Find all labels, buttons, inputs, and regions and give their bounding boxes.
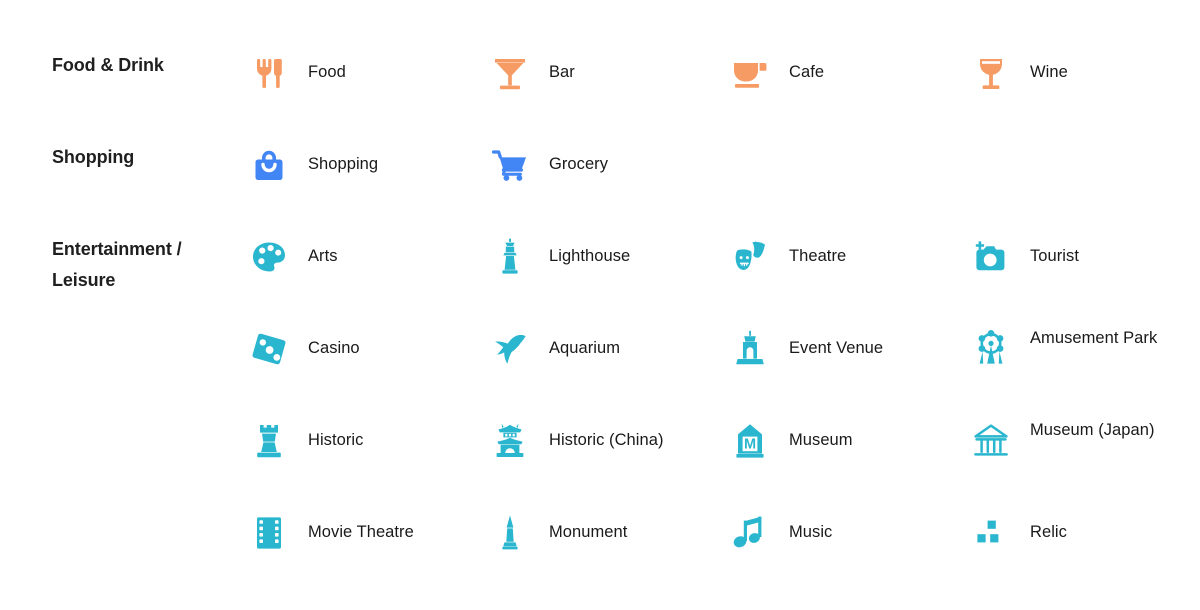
dice-icon — [246, 326, 292, 372]
paint-palette-icon — [246, 234, 292, 280]
legend-entry-monument[interactable]: Monument — [487, 510, 627, 566]
legend-entry-shopping[interactable]: Shopping — [246, 142, 378, 198]
entry-row: Arts Lighthouse Theatre Tourist — [0, 234, 1200, 326]
relic-blocks-icon — [968, 510, 1014, 556]
legend-entry-label: Cafe — [789, 63, 825, 81]
legend-entry-label: Theatre — [789, 247, 847, 265]
legend-entry-label: Arts — [308, 247, 338, 265]
legend-entry-label: Museum — [789, 431, 853, 449]
svg-text:M: M — [744, 436, 756, 452]
theatre-masks-icon — [727, 234, 773, 280]
legend-entry-label: Historic — [308, 431, 364, 449]
legend-entry-museum[interactable]: M Museum — [727, 418, 853, 474]
legend-entry-lighthouse[interactable]: Lighthouse — [487, 234, 630, 290]
legend-entry-label: Amusement Park — [1030, 329, 1158, 347]
entry-rows-entertainment-leisure: Arts Lighthouse Theatre Tourist Casino A… — [0, 234, 1200, 602]
legend-entry-aquarium[interactable]: Aquarium — [487, 326, 620, 382]
legend-entry-tourist[interactable]: Tourist — [968, 234, 1079, 290]
map-legend-sheet: Food & Drink Food Bar Cafe Wine Shopping… — [0, 0, 1200, 610]
dolphin-icon — [487, 326, 533, 372]
legend-entry-label: Music — [789, 523, 833, 541]
legend-entry-museum-japan[interactable]: Museum (Japan) — [968, 418, 1155, 474]
shopping-bag-icon — [246, 142, 292, 188]
legend-entry-cafe[interactable]: Cafe — [727, 50, 824, 106]
legend-entry-event-venue[interactable]: Event Venue — [727, 326, 883, 382]
entry-row: Shopping Grocery — [0, 142, 1200, 234]
legend-entry-label: Relic — [1030, 523, 1067, 541]
coffee-cup-icon — [727, 50, 773, 96]
entry-row: Food Bar Cafe Wine — [0, 50, 1200, 142]
ferris-wheel-icon — [968, 326, 1014, 372]
legend-entry-food[interactable]: Food — [246, 50, 346, 106]
legend-entry-movie-theatre[interactable]: Movie Theatre — [246, 510, 414, 566]
legend-entry-grocery[interactable]: Grocery — [487, 142, 608, 198]
entry-rows-shopping: Shopping Grocery — [0, 142, 1200, 234]
classical-building-icon — [968, 418, 1014, 464]
lighthouse-icon — [487, 234, 533, 280]
legend-entry-label: Food — [308, 63, 346, 81]
legend-entry-bar[interactable]: Bar — [487, 50, 575, 106]
legend-entry-label: Shopping — [308, 155, 379, 173]
legend-entry-label: Event Venue — [789, 339, 884, 357]
legend-entry-label: Monument — [549, 523, 628, 541]
legend-entry-label: Movie Theatre — [308, 523, 414, 541]
castle-tower-icon — [246, 418, 292, 464]
legend-entry-relic[interactable]: Relic — [968, 510, 1067, 566]
legend-entry-theatre[interactable]: Theatre — [727, 234, 846, 290]
pagoda-gate-icon — [487, 418, 533, 464]
legend-entry-label: Casino — [308, 339, 360, 357]
entry-row: Movie Theatre Monument Music Relic — [0, 510, 1200, 602]
obelisk-icon — [487, 510, 533, 556]
legend-entry-historic-china[interactable]: Historic (China) — [487, 418, 664, 474]
legend-entry-label: Aquarium — [549, 339, 621, 357]
museum-m-icon: M — [727, 418, 773, 464]
entry-row: Historic Historic (China) M Museum Museu… — [0, 418, 1200, 510]
martini-glass-icon — [487, 50, 533, 96]
event-venue-icon — [727, 326, 773, 372]
legend-entry-music[interactable]: Music — [727, 510, 832, 566]
legend-entry-amusement-park[interactable]: Amusement Park — [968, 326, 1157, 382]
legend-entry-label: Lighthouse — [549, 247, 631, 265]
legend-entry-historic[interactable]: Historic — [246, 418, 363, 474]
camera-icon — [968, 234, 1014, 280]
entry-row: Casino Aquarium Event Venue Amusement Pa… — [0, 326, 1200, 418]
legend-entry-wine[interactable]: Wine — [968, 50, 1068, 106]
legend-entry-label: Grocery — [549, 155, 609, 173]
wine-glass-icon — [968, 50, 1014, 96]
legend-entry-label: Wine — [1030, 63, 1068, 81]
legend-entry-label: Tourist — [1030, 247, 1079, 265]
music-note-icon — [727, 510, 773, 556]
legend-entry-label: Bar — [549, 63, 575, 81]
film-strip-icon — [246, 510, 292, 556]
shopping-cart-icon — [487, 142, 533, 188]
fork-knife-icon — [246, 50, 292, 96]
entry-rows-food-drink: Food Bar Cafe Wine — [0, 50, 1200, 142]
legend-entry-label: Museum (Japan) — [1030, 421, 1155, 439]
legend-entry-arts[interactable]: Arts — [246, 234, 338, 290]
legend-entry-casino[interactable]: Casino — [246, 326, 360, 382]
legend-entry-label: Historic (China) — [549, 431, 664, 449]
